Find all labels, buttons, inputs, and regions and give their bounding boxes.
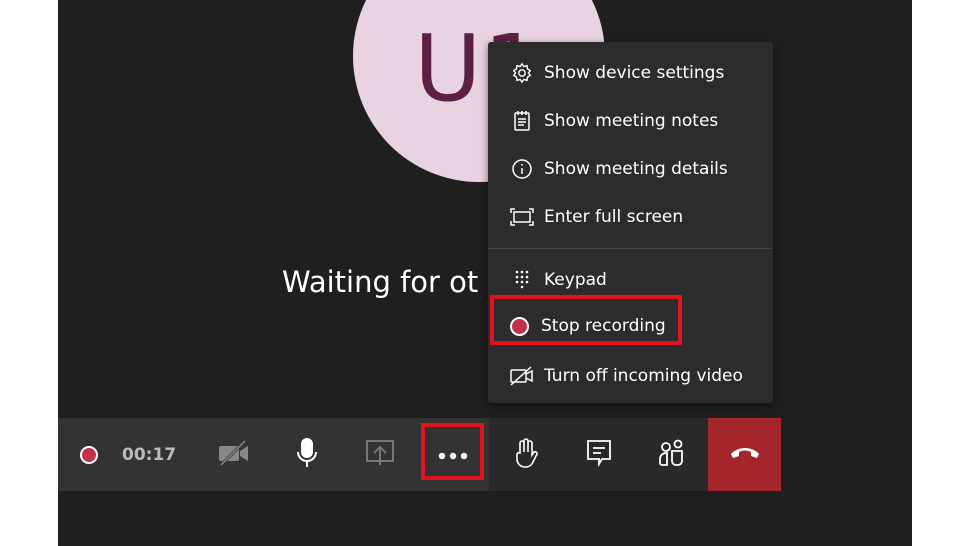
hang-up-button[interactable]	[708, 418, 781, 491]
chat-button[interactable]	[562, 418, 635, 491]
video-off-icon	[510, 364, 534, 388]
menu-item-meeting-details[interactable]: Show meeting details	[488, 147, 773, 191]
camera-toggle-button[interactable]	[197, 418, 270, 491]
recording-indicator: 00:17	[58, 418, 197, 491]
call-toolbar: 00:17	[58, 418, 781, 491]
chat-icon	[586, 439, 612, 471]
menu-item-label: Show meeting notes	[544, 111, 719, 131]
camera-off-icon	[218, 439, 250, 470]
menu-item-label: Enter full screen	[544, 207, 684, 227]
notes-icon	[510, 109, 534, 133]
raise-hand-icon	[513, 437, 539, 472]
gear-icon	[510, 61, 534, 85]
record-icon	[80, 445, 98, 464]
share-screen-icon	[365, 439, 394, 470]
more-actions-menu: Show device settings Show meeting notes …	[488, 42, 773, 403]
keypad-icon	[510, 268, 534, 292]
fullscreen-icon	[510, 205, 534, 229]
menu-item-full-screen[interactable]: Enter full screen	[488, 195, 773, 239]
hang-up-icon	[730, 445, 760, 464]
stop-recording-highlight	[490, 295, 682, 345]
menu-item-label: Show device settings	[544, 63, 725, 83]
menu-item-label: Keypad	[544, 270, 607, 290]
participants-icon	[658, 439, 686, 471]
menu-item-turn-off-incoming-video[interactable]: Turn off incoming video	[488, 354, 773, 398]
recording-timer: 00:17	[122, 444, 177, 465]
menu-item-device-settings[interactable]: Show device settings	[488, 51, 773, 95]
menu-item-label: Turn off incoming video	[544, 366, 743, 386]
menu-divider	[488, 248, 773, 249]
more-actions-button[interactable]	[416, 418, 489, 491]
menu-item-label: Show meeting details	[544, 159, 728, 179]
microphone-icon	[296, 437, 318, 472]
microphone-button[interactable]	[270, 418, 343, 491]
share-screen-button[interactable]	[343, 418, 416, 491]
raise-hand-button[interactable]	[489, 418, 562, 491]
more-button-highlight	[421, 423, 484, 480]
status-text: Waiting for ot	[282, 265, 479, 299]
menu-item-meeting-notes[interactable]: Show meeting notes	[488, 99, 773, 143]
info-icon	[510, 157, 534, 181]
participants-button[interactable]	[635, 418, 708, 491]
